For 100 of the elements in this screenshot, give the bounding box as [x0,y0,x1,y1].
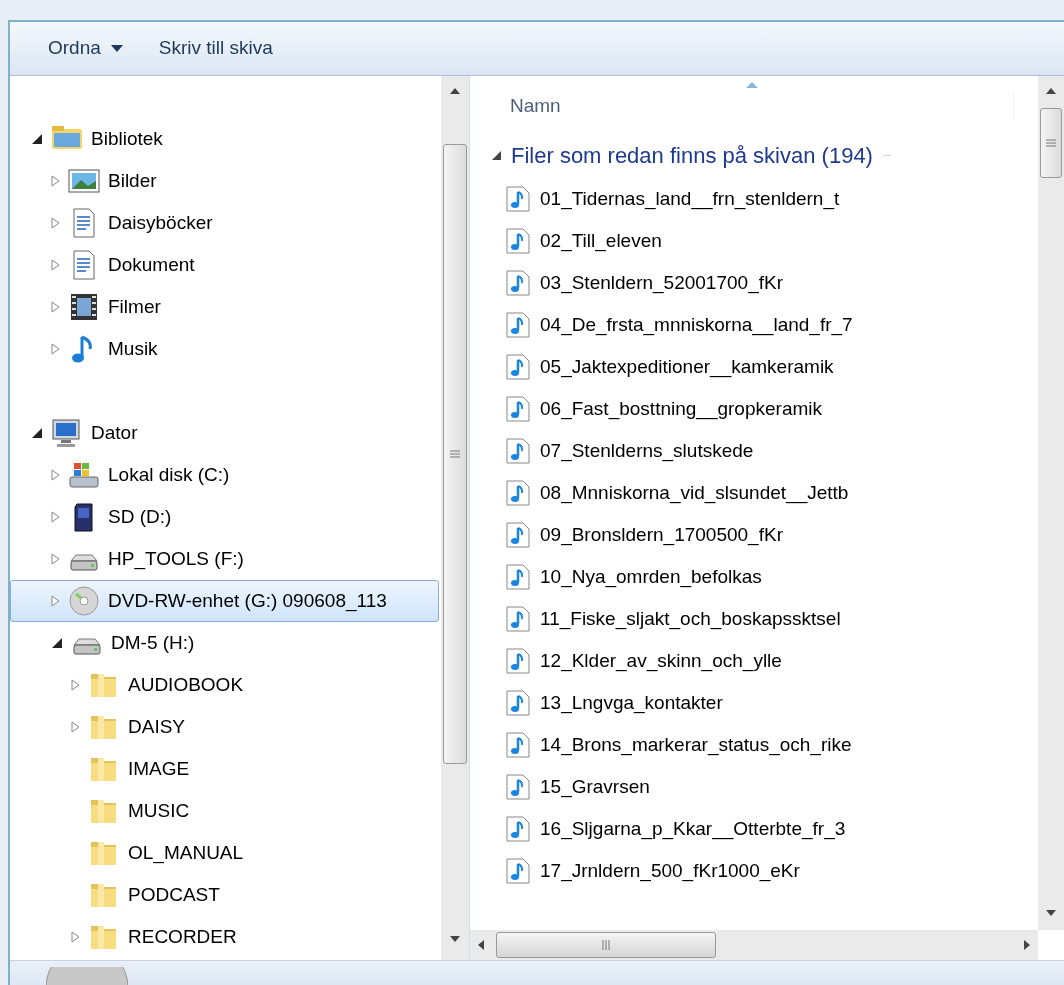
scroll-down-arrow-icon[interactable] [1046,910,1056,916]
scroll-up-arrow-icon[interactable] [1046,88,1056,94]
file-name: 17_Jrnldern_500_fKr1000_eKr [540,858,800,884]
file-name: 05_Jaktexpeditioner__kamkeramik [540,354,834,380]
audio-file-icon [506,270,530,296]
file-item[interactable]: 02_Till_eleven [484,220,1038,262]
file-name: 13_Lngvga_kontakter [540,690,723,716]
tree-label: HP_TOOLS (F:) [108,546,244,572]
audio-file-icon [506,480,530,506]
file-name: 01_Tidernas_land__frn_stenldern_t [540,186,840,212]
expanded-arrow-icon[interactable] [492,150,501,160]
vertical-scrollbar[interactable] [1038,76,1064,930]
file-name: 08_Mnniskorna_vid_slsundet__Jettb [540,480,849,506]
tree-label: Dokument [108,252,195,277]
file-name: 06_Fast_bosttning__gropkeramik [540,396,822,422]
grip-icon [450,450,460,458]
tree-item[interactable]: Bilder [10,160,439,202]
tree-label: OL_MANUAL [128,840,244,866]
tree-item[interactable]: HP_TOOLS (F:) [10,538,439,580]
tree-item[interactable]: Bibliotek [10,118,439,160]
tree-item[interactable]: DAISY [10,706,439,748]
scrollbar-thumb[interactable] [443,144,467,764]
expanded-arrow-icon[interactable] [51,637,63,649]
tree-label: Dator [91,420,138,445]
column-header[interactable]: Namn [484,91,1014,120]
tree-item[interactable]: OL_MANUAL [10,832,439,874]
collapsed-arrow-icon[interactable] [51,259,60,271]
tree-item[interactable]: SD (D:) [10,496,439,538]
scrollbar-thumb[interactable] [1040,108,1062,178]
file-item[interactable]: 10_Nya_omrden_befolkas [484,556,1038,598]
expanded-arrow-icon[interactable] [31,133,43,145]
audio-file-icon [506,438,530,464]
tree-item[interactable]: DM-5 (H:) [10,622,439,664]
file-item[interactable]: 07_Stenlderns_slutskede [484,430,1038,472]
collapsed-arrow-icon[interactable] [51,175,60,187]
tree-item[interactable]: PODCAST [10,874,439,916]
horizontal-scrollbar[interactable] [470,930,1038,960]
tree-label: DM-5 (H:) [111,630,195,655]
file-item[interactable]: 04_De_frsta_mnniskorna__land_fr_7 [484,304,1038,346]
tree-label: RECORDER [128,924,237,949]
audio-file-icon [506,228,530,254]
tree-item[interactable]: Dator [10,412,439,454]
tree-label: PODCAST [128,882,220,907]
tree-item[interactable]: DVD-RW-enhet (G:) 090608_113 [10,580,439,622]
collapsed-arrow-icon[interactable] [71,721,80,733]
collapsed-arrow-icon[interactable] [51,595,60,607]
tree-item[interactable]: IMAGE [10,748,439,790]
audio-file-icon [506,816,530,842]
collapsed-arrow-icon[interactable] [51,469,60,481]
collapsed-arrow-icon[interactable] [71,679,80,691]
file-item[interactable]: 09_Bronsldern_1700500_fKr [484,514,1038,556]
audio-file-icon [506,774,530,800]
file-item[interactable]: 17_Jrnldern_500_fKr1000_eKr [484,850,1038,892]
file-item[interactable]: 06_Fast_bosttning__gropkeramik [484,388,1038,430]
file-item[interactable]: 16_Sljgarna_p_Kkar__Otterbte_fr_3 [484,808,1038,850]
scroll-left-arrow-icon[interactable] [478,940,484,950]
scroll-right-arrow-icon[interactable] [1024,940,1030,950]
audio-file-icon [506,522,530,548]
scrollbar-thumb[interactable] [496,932,716,958]
toolbar-button[interactable]: Skriv till skiva [150,30,281,67]
file-item[interactable]: 08_Mnniskorna_vid_slsundet__Jettb [484,472,1038,514]
group-header[interactable]: Filer som redan finns på skivan (194) [511,138,873,172]
file-name: 09_Bronsldern_1700500_fKr [540,522,783,548]
tree-label: Bibliotek [91,126,163,151]
file-item[interactable]: 03_Stenldern_52001700_fKr [484,262,1038,304]
tree-item[interactable]: Dokument [10,244,439,286]
tree-item[interactable]: Lokal disk (C:) [10,454,439,496]
organize-menu-button[interactable]: Ordna [40,30,131,67]
collapsed-arrow-icon[interactable] [51,511,60,523]
expanded-arrow-icon[interactable] [31,427,43,439]
file-item[interactable]: 14_Brons_markerar_status_och_rike [484,724,1038,766]
scroll-up-arrow-icon[interactable] [450,88,460,94]
collapsed-arrow-icon[interactable] [51,343,60,355]
file-item[interactable]: 01_Tidernas_land__frn_stenldern_t [484,178,1038,220]
scroll-down-arrow-icon[interactable] [450,936,460,942]
tree-item[interactable]: Filmer [10,286,439,328]
file-item[interactable]: 12_Klder_av_skinn_och_ylle [484,640,1038,682]
collapsed-arrow-icon[interactable] [51,217,60,229]
file-item[interactable]: 05_Jaktexpeditioner__kamkeramik [484,346,1038,388]
tree-item[interactable]: AUDIOBOOK [10,664,439,706]
vertical-scrollbar[interactable] [441,76,469,960]
tree-label: Filmer [108,294,161,319]
audio-file-icon [506,312,530,338]
tree-item[interactable]: MUSIC [10,790,439,832]
file-item[interactable]: 13_Lngvga_kontakter [484,682,1038,724]
tree-item[interactable]: Daisyböcker [10,202,439,244]
tree-item[interactable]: RECORDER [10,916,439,958]
collapsed-arrow-icon[interactable] [51,553,60,565]
audio-file-icon [506,396,530,422]
file-item[interactable]: 15_Gravrsen [484,766,1038,808]
tree-item[interactable]: Musik [10,328,439,370]
tree-label: Musik [108,336,158,361]
file-name: 02_Till_eleven [540,228,662,254]
film-icon [68,291,100,323]
collapsed-arrow-icon[interactable] [71,931,80,943]
audio-file-icon [506,648,530,674]
audio-file-icon [506,606,530,632]
file-item[interactable]: 11_Fiske_sljakt_och_boskapssktsel [484,598,1038,640]
collapsed-arrow-icon[interactable] [51,301,60,313]
file-name: 04_De_frsta_mnniskorna__land_fr_7 [540,312,853,338]
